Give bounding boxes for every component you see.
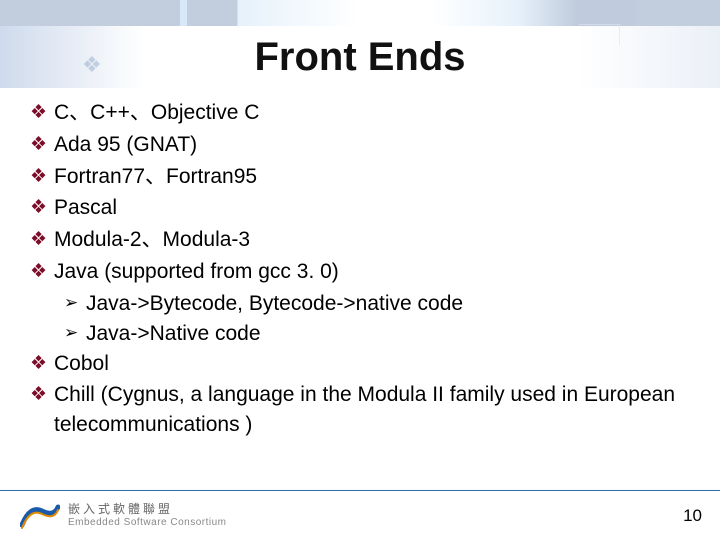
list-item: ❖ Java (supported from gcc 3. 0) — [30, 257, 690, 287]
header-decoration — [0, 0, 720, 26]
logo-mark-icon — [20, 501, 60, 531]
arrow-bullet-icon: ➢ — [64, 319, 86, 348]
list-item-text: Chill (Cygnus, a language in the Modula … — [54, 380, 690, 440]
diamond-bullet-icon: ❖ — [30, 349, 54, 378]
arrow-bullet-icon: ➢ — [64, 289, 86, 318]
list-item: ❖ Ada 95 (GNAT) — [30, 130, 690, 160]
sub-list-item: ➢ Java->Native code — [64, 319, 690, 349]
logo-text-en: Embedded Software Consortium — [68, 517, 227, 529]
list-item: ❖ Fortran77、Fortran95 — [30, 162, 690, 192]
list-item: ❖ Modula-2、Modula-3 — [30, 225, 690, 255]
logo: 嵌入式軟體聯盟 Embedded Software Consortium — [20, 501, 227, 531]
content-area: ❖ C、C++、Objective C ❖ Ada 95 (GNAT) ❖ Fo… — [30, 98, 690, 442]
sub-list-item: ➢ Java->Bytecode, Bytecode->native code — [64, 289, 690, 319]
footer: 嵌入式軟體聯盟 Embedded Software Consortium 10 — [0, 490, 720, 540]
list-item-text: Java (supported from gcc 3. 0) — [54, 257, 690, 287]
sub-item-text: Java->Native code — [86, 319, 261, 349]
list-item: ❖ C、C++、Objective C — [30, 98, 690, 128]
list-item: ❖ Pascal — [30, 193, 690, 223]
logo-text-cn: 嵌入式軟體聯盟 — [68, 503, 227, 517]
diamond-bullet-icon: ❖ — [30, 257, 54, 286]
logo-text: 嵌入式軟體聯盟 Embedded Software Consortium — [68, 503, 227, 528]
list-item-text: Cobol — [54, 349, 690, 379]
list-item-text: Fortran77、Fortran95 — [54, 162, 690, 192]
list-item-text: Ada 95 (GNAT) — [54, 130, 690, 160]
diamond-bullet-icon: ❖ — [30, 380, 54, 409]
sub-item-text: Java->Bytecode, Bytecode->native code — [86, 289, 463, 319]
diamond-bullet-icon: ❖ — [30, 193, 54, 222]
list-item: ❖ Cobol — [30, 349, 690, 379]
diamond-bullet-icon: ❖ — [30, 98, 54, 127]
title-band: Front Ends — [0, 26, 720, 88]
diamond-bullet-icon: ❖ — [30, 130, 54, 159]
list-item-text: C、C++、Objective C — [54, 98, 690, 128]
list-item-text: Modula-2、Modula-3 — [54, 225, 690, 255]
list-item: ❖ Chill (Cygnus, a language in the Modul… — [30, 380, 690, 440]
diamond-bullet-icon: ❖ — [30, 162, 54, 191]
list-item-text: Pascal — [54, 193, 690, 223]
page-number: 10 — [683, 506, 702, 526]
diamond-bullet-icon: ❖ — [30, 225, 54, 254]
slide-title: Front Ends — [254, 35, 465, 80]
